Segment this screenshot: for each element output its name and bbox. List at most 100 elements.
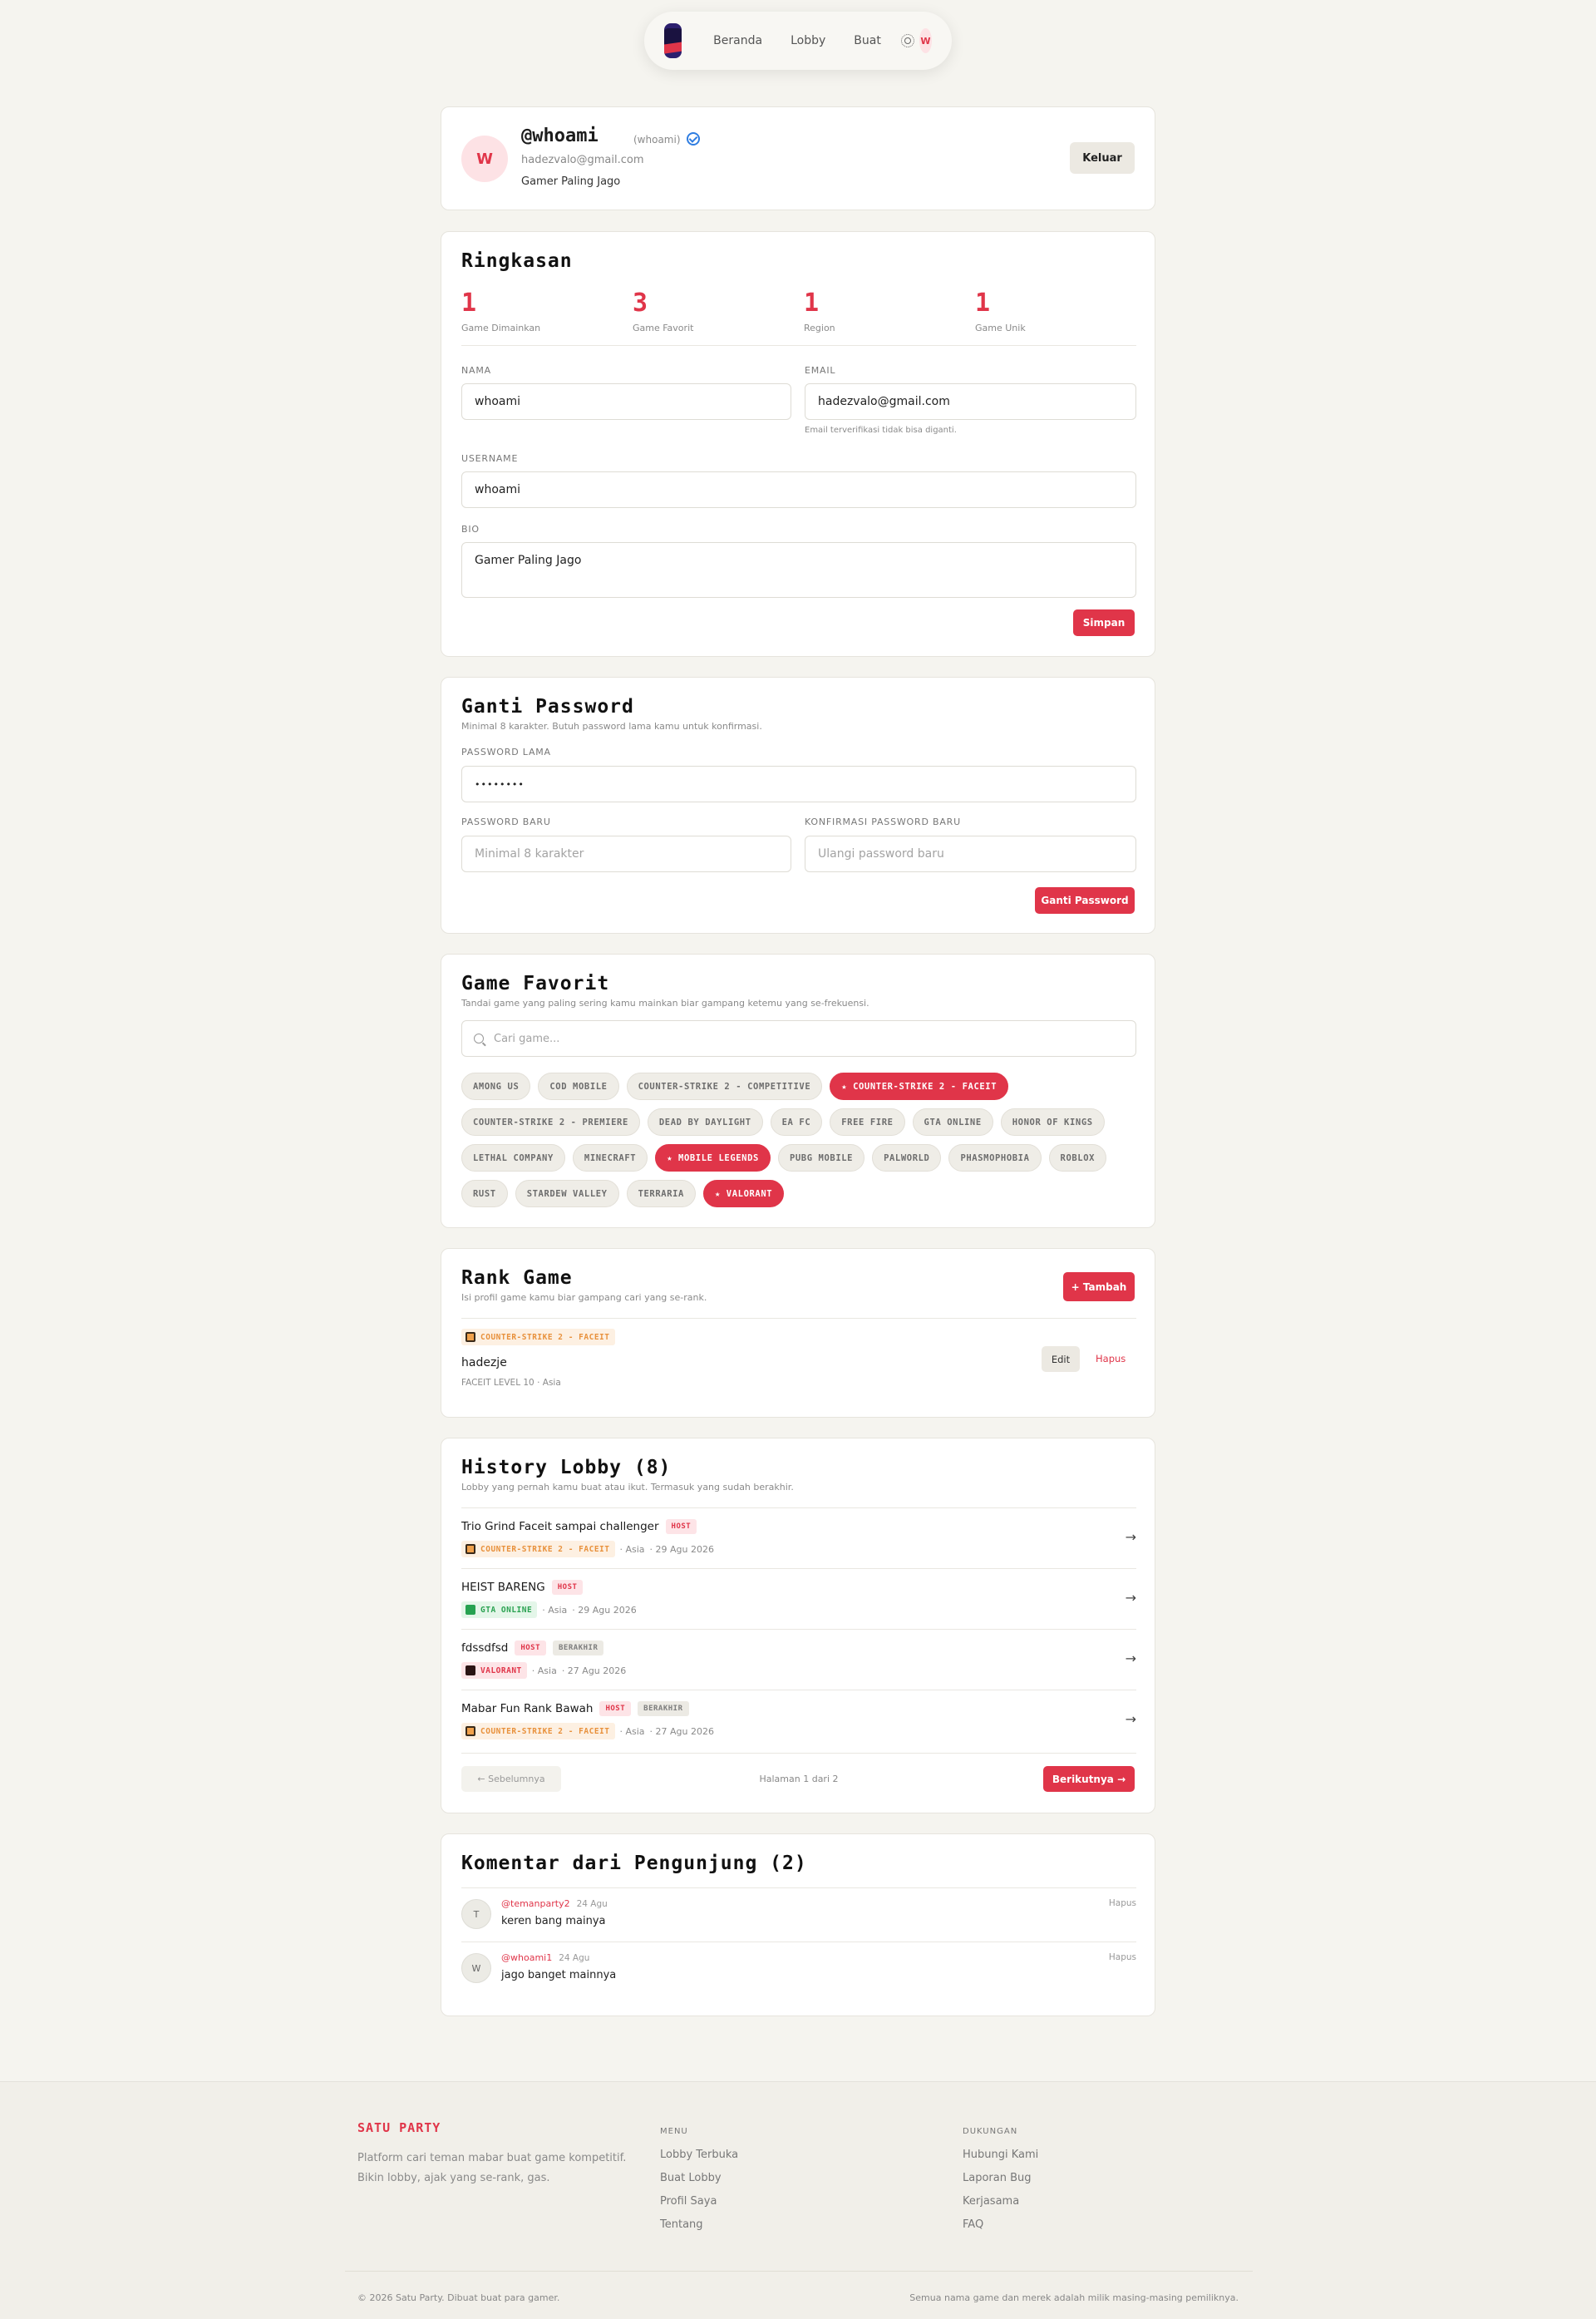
footer-link-my-profile[interactable]: Profil Saya <box>660 2195 738 2218</box>
arrow-right-icon[interactable]: → <box>1126 1711 1136 1727</box>
favorite-game-tags: AMONG US COD MOBILE COUNTER-STRIKE 2 - COM… <box>461 1073 1143 1207</box>
rank-subtitle: Isi profil game kamu biar gampang cari y… <box>461 1292 707 1303</box>
bio-textarea[interactable]: Gamer Paling Jago <box>461 542 1136 598</box>
game-tag[interactable]: MINECRAFT <box>572 1144 648 1172</box>
game-tag[interactable]: COUNTER-STRIKE 2 - COMPETITIVE <box>626 1073 823 1100</box>
footer-link-open-lobby[interactable]: Lobby Terbuka <box>660 2149 738 2172</box>
username-input[interactable]: whoami <box>461 471 1136 508</box>
game-tag[interactable]: HONOR OF KINGS <box>1000 1108 1105 1136</box>
lobby-row[interactable]: HEIST BARENG HOST GTA ONLINE · Asia · 29 Agu… <box>461 1568 1136 1629</box>
game-tag[interactable]: ★ MOBILE LEGENDS <box>655 1144 771 1172</box>
profile-email: hadezvalo@gmail.com <box>521 154 644 166</box>
game-tag[interactable]: STARDEW VALLEY <box>515 1180 619 1207</box>
game-tag[interactable]: ★ COUNTER-STRIKE 2 - FACEIT <box>830 1073 1009 1100</box>
stat-label: Region <box>804 323 835 333</box>
game-tag[interactable]: FREE FIRE <box>830 1108 905 1136</box>
confirm-password-field[interactable]: Ulangi password baru <box>805 836 1136 872</box>
game-tag[interactable]: LETHAL COMPANY <box>461 1144 565 1172</box>
lobby-game-chip: COUNTER-STRIKE 2 - FACEIT <box>461 1723 615 1739</box>
lobby-meta: COUNTER-STRIKE 2 - FACEIT · Asia · 29 Agu … <box>461 1541 714 1557</box>
history-subtitle: Lobby yang pernah kamu buat atau ikut. T… <box>461 1482 794 1493</box>
game-tag[interactable]: PALWORLD <box>872 1144 942 1172</box>
satu-party-logo[interactable] <box>664 23 682 58</box>
footer-link-create-lobby[interactable]: Buat Lobby <box>660 2172 738 2195</box>
host-badge: HOST <box>665 1519 697 1534</box>
lobby-row[interactable]: fdssdfsd HOST BERAKHIR VALORANT · Asia · 27 A… <box>461 1629 1136 1690</box>
comment-date: 24 Agu <box>559 1953 590 1963</box>
game-tag[interactable]: ROBLOX <box>1048 1144 1107 1172</box>
footer-link-contact[interactable]: Hubungi Kami <box>963 2149 1038 2172</box>
lobby-title-line: fdssdfsd HOST BERAKHIR <box>461 1641 604 1655</box>
nav-link-beranda[interactable]: Beranda <box>713 34 762 47</box>
change-password-card: Ganti Password Minimal 8 karakter. Butuh… <box>441 677 1155 934</box>
game-tag[interactable]: PHASMOPHOBIA <box>948 1144 1042 1172</box>
rank-ign: hadezje <box>461 1356 507 1369</box>
lobby-region: · Asia <box>619 1725 645 1737</box>
comment-user-link[interactable]: @whoami1 <box>501 1952 552 1963</box>
email-field[interactable]: hadezvalo@gmail.com <box>805 383 1136 420</box>
game-search-input[interactable]: Cari game... <box>461 1020 1136 1057</box>
add-rank-button[interactable]: + Tambah <box>1063 1272 1135 1301</box>
stat-regions: 1 Region <box>804 289 970 333</box>
email-hint: Email terverifikasi tidak bisa diganti. <box>805 426 957 435</box>
rank-edit-button[interactable]: Edit <box>1042 1346 1080 1372</box>
host-badge: HOST <box>551 1580 584 1595</box>
name-label: NAMA <box>461 365 491 376</box>
game-tag[interactable]: EA FC <box>770 1108 823 1136</box>
comment-meta: @whoami1 24 Agu <box>501 1952 589 1963</box>
save-button[interactable]: Simpan <box>1073 609 1135 636</box>
logout-button[interactable]: Keluar <box>1070 142 1135 174</box>
rank-game-name: COUNTER-STRIKE 2 - FACEIT <box>480 1332 610 1342</box>
visitor-comments-card: Komentar dari Pengunjung (2) T @temanpar… <box>441 1833 1155 2016</box>
lobby-date: · 27 Agu 2026 <box>649 1725 715 1737</box>
game-tag[interactable]: ★ VALORANT <box>702 1180 785 1207</box>
footer-link-faq[interactable]: FAQ <box>963 2218 1038 2242</box>
comment-item: T @temanparty2 24 Agu keren bang mainya H… <box>461 1887 1136 1942</box>
old-password-field[interactable]: •••••••• <box>461 766 1136 802</box>
gta-game-icon <box>466 1605 475 1615</box>
game-tag[interactable]: RUST <box>461 1180 508 1207</box>
rank-delete-button[interactable]: Hapus <box>1096 1353 1126 1364</box>
comment-text: keren bang mainya <box>501 1915 606 1927</box>
rank-title: Rank Game <box>461 1267 573 1289</box>
new-password-field[interactable]: Minimal 8 karakter <box>461 836 791 872</box>
lobby-row[interactable]: Trio Grind Faceit sampai challenger HOST C… <box>461 1507 1136 1568</box>
footer-link-partnership[interactable]: Kerjasama <box>963 2195 1038 2218</box>
game-tag[interactable]: COD MOBILE <box>538 1073 619 1100</box>
lobby-date: · 29 Agu 2026 <box>649 1543 715 1555</box>
nav-link-lobby[interactable]: Lobby <box>791 34 825 47</box>
nav-link-buat[interactable]: Buat <box>854 34 881 47</box>
lobby-history-card: History Lobby (8) Lobby yang pernah kamu… <box>441 1438 1155 1813</box>
comment-avatar: T <box>461 1899 491 1929</box>
lobby-row[interactable]: Mabar Fun Rank Bawah HOST BERAKHIR COUNTER-… <box>461 1690 1136 1750</box>
lobby-game-name: GTA ONLINE <box>480 1605 533 1615</box>
nav-avatar[interactable]: W <box>919 28 932 53</box>
comment-user-link[interactable]: @temanparty2 <box>501 1898 570 1909</box>
footer-link-bug-report[interactable]: Laporan Bug <box>963 2172 1038 2195</box>
game-tag[interactable]: DEAD BY DAYLIGHT <box>647 1108 763 1136</box>
game-tag[interactable]: TERRARIA <box>626 1180 696 1207</box>
game-tag[interactable]: COUNTER-STRIKE 2 - PREMIERE <box>461 1108 640 1136</box>
lobby-title-line: Trio Grind Faceit sampai challenger HOST <box>461 1519 697 1534</box>
stat-label: Game Favorit <box>633 323 694 333</box>
arrow-right-icon[interactable]: → <box>1126 1529 1136 1545</box>
valorant-game-icon <box>466 1665 475 1675</box>
profile-handle: @whoami <box>521 126 598 146</box>
comment-delete-button[interactable]: Hapus <box>1109 1952 1136 1962</box>
arrow-right-icon[interactable]: → <box>1126 1650 1136 1666</box>
name-input[interactable]: whoami <box>461 383 791 420</box>
favorites-title: Game Favorit <box>461 973 610 994</box>
divider <box>461 345 1136 346</box>
comment-date: 24 Agu <box>576 1899 608 1909</box>
next-page-button[interactable]: Berikutnya → <box>1043 1766 1135 1792</box>
arrow-right-icon[interactable]: → <box>1126 1590 1136 1606</box>
theme-toggle-sun-icon[interactable] <box>900 34 914 47</box>
footer-link-about[interactable]: Tentang <box>660 2218 738 2242</box>
game-tag[interactable]: AMONG US <box>461 1073 531 1100</box>
game-tag[interactable]: GTA ONLINE <box>912 1108 993 1136</box>
change-password-button[interactable]: Ganti Password <box>1035 887 1135 914</box>
footer-menu-list: Lobby Terbuka Buat Lobby Profil Saya Ten… <box>660 2149 738 2242</box>
footer-description: Platform cari teman mabar buat game komp… <box>357 2152 627 2184</box>
game-tag[interactable]: PUBG MOBILE <box>777 1144 865 1172</box>
comment-delete-button[interactable]: Hapus <box>1109 1898 1136 1908</box>
